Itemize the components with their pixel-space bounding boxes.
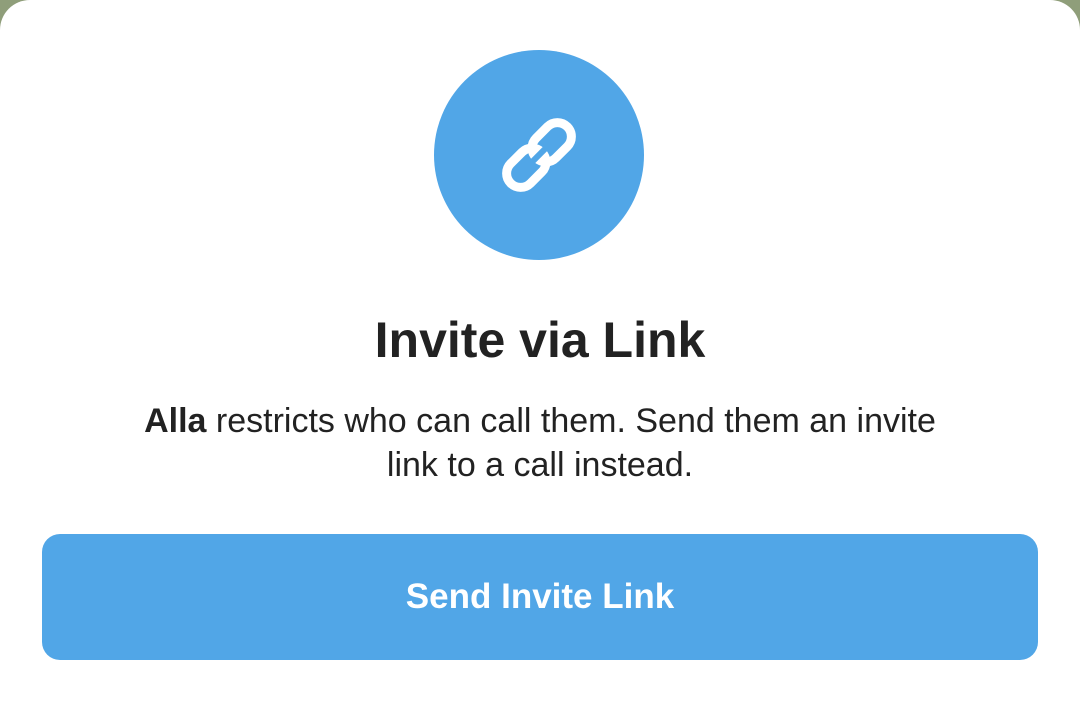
dialog-description: Alla restricts who can call them. Send t… [140, 399, 940, 487]
link-icon [502, 118, 576, 192]
send-invite-link-button[interactable]: Send Invite Link [42, 534, 1038, 660]
contact-name: Alla [144, 402, 207, 440]
description-text: restricts who can call them. Send them a… [206, 402, 936, 484]
send-invite-link-label: Send Invite Link [405, 577, 675, 616]
link-icon-circle [434, 50, 644, 260]
invite-link-sheet: Invite via Link Alla restricts who can c… [0, 0, 1080, 702]
dialog-title: Invite via Link [374, 312, 706, 368]
